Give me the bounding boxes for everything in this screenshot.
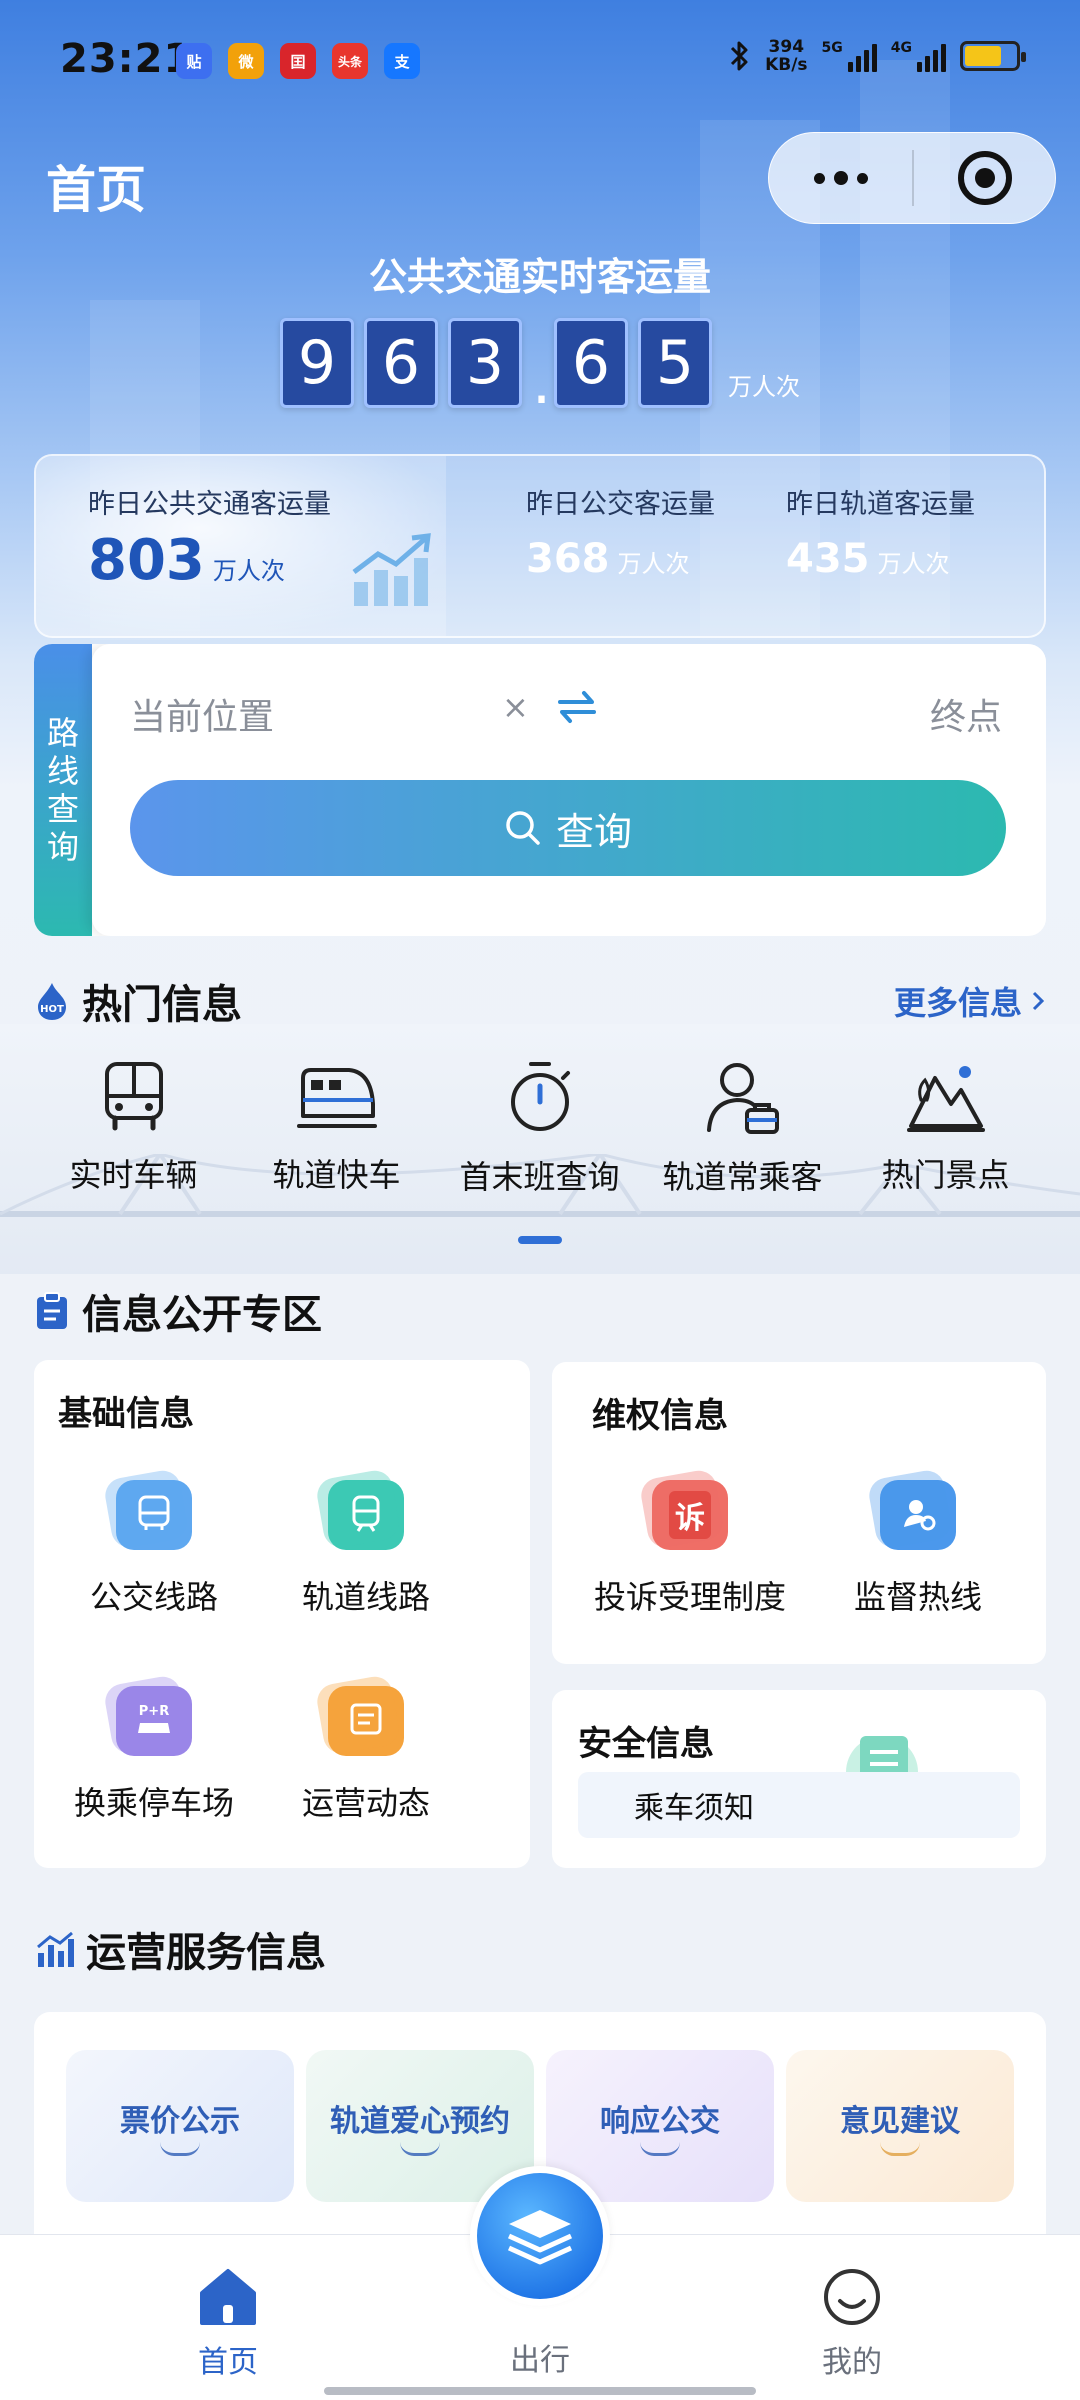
- counter-unit: 万人次: [728, 373, 800, 401]
- alipay-icon: 支: [384, 43, 420, 79]
- riding-notice-link[interactable]: 乘车须知: [578, 1772, 1020, 1838]
- hotline-icon: [880, 1480, 956, 1550]
- signal-5g-icon: 5G: [822, 40, 877, 72]
- safety-info-title: 安全信息: [578, 1724, 714, 1764]
- bus-ridership-value: 368 万人次: [526, 536, 690, 582]
- svg-text:HOT: HOT: [40, 1004, 64, 1015]
- bluetooth-icon: [729, 39, 751, 73]
- feedback-button[interactable]: 意见建议: [786, 2050, 1014, 2202]
- scenic-spot-icon: [906, 1066, 985, 1132]
- smile-face-icon: [824, 2269, 880, 2325]
- park-and-ride-icon: P+R: [116, 1686, 192, 1756]
- clipboard-icon: [37, 1292, 67, 1329]
- supervision-hotline-item[interactable]: 监督热线: [818, 1480, 1018, 1618]
- nav-travel[interactable]: 出行: [460, 2335, 620, 2379]
- hot-item-frequent-rider[interactable]: 轨道常乘客: [641, 1024, 844, 1198]
- search-icon: [506, 811, 540, 845]
- complaint-icon: 诉: [652, 1480, 728, 1550]
- realtime-counter: 9 6 3 . 6 5 万人次: [280, 318, 800, 418]
- complaint-policy-item[interactable]: 诉 投诉受理制度: [590, 1480, 790, 1618]
- signal-4g-icon: 4G: [891, 40, 946, 72]
- rights-info-title: 维权信息: [592, 1396, 728, 1436]
- search-button[interactable]: 查询: [130, 780, 1006, 876]
- status-indicators: 394 KB/s 5G 4G: [729, 37, 1026, 75]
- rail-ridership-label: 昨日轨道客运量: [786, 489, 975, 520]
- rail-ridership-value: 435 万人次: [786, 536, 950, 582]
- trend-chart-icon: [350, 532, 434, 612]
- weibo-icon: 微: [228, 43, 264, 79]
- train-icon: [296, 1068, 377, 1128]
- mini-program-capsule: [768, 132, 1056, 224]
- total-ridership-value: 803 万人次: [88, 528, 285, 593]
- hot-scroll-indicator: [518, 1236, 562, 1244]
- clear-origin-icon[interactable]: ×: [502, 688, 529, 726]
- total-ridership-label: 昨日公共交通客运量: [88, 489, 331, 520]
- counter-digit: 3: [448, 318, 522, 408]
- svg-text:P+R: P+R: [139, 1704, 169, 1719]
- close-program-button[interactable]: [914, 133, 1055, 223]
- hot-info-header: HOT 热门信息: [34, 972, 242, 1030]
- status-bar: 23:21 贴 微 囯 头条 支 394 KB/s 5G 4G: [0, 0, 1080, 126]
- page-title: 首页: [46, 161, 146, 219]
- home-icon: [200, 2269, 256, 2325]
- operation-news-icon: [328, 1686, 404, 1756]
- more-icon: [813, 172, 825, 184]
- counter-digit: 5: [638, 318, 712, 408]
- counter-digit: 9: [280, 318, 354, 408]
- rail-route-item[interactable]: 轨道线路: [266, 1480, 466, 1618]
- layers-icon: [477, 2173, 603, 2299]
- rail-route-icon: [328, 1480, 404, 1550]
- hot-item-scenic-spots[interactable]: 热门景点: [844, 1024, 1047, 1198]
- home-indicator: [324, 2387, 756, 2395]
- more-info-link[interactable]: 更多信息: [894, 978, 1046, 1024]
- frequent-rider-icon: [706, 1063, 779, 1134]
- destination-input[interactable]: 终点: [930, 688, 1002, 740]
- counter-digit: 6: [554, 318, 628, 408]
- origin-input[interactable]: 当前位置: [130, 688, 274, 740]
- operation-news-item[interactable]: 运营动态: [266, 1686, 466, 1824]
- status-time: 23:21: [60, 36, 193, 82]
- toutiao-icon: 头条: [332, 43, 368, 79]
- counter-digit: 6: [364, 318, 438, 408]
- hot-item-first-last-bus[interactable]: 首末班查询: [438, 1024, 641, 1198]
- basic-info-title: 基础信息: [58, 1394, 194, 1434]
- hot-item-rail-express[interactable]: 轨道快车: [235, 1024, 438, 1198]
- hot-flame-icon: HOT: [38, 983, 66, 1020]
- ops-service-header: 运营服务信息: [34, 1920, 326, 1978]
- battery-icon: [960, 41, 1026, 71]
- bus-route-icon: [116, 1480, 192, 1550]
- notification-icons: 贴 微 囯 头条 支: [176, 43, 420, 79]
- fare-notice-button[interactable]: 票价公示: [66, 2050, 294, 2202]
- travel-center-button[interactable]: [470, 2166, 610, 2306]
- route-search-tab[interactable]: 路 线 查 询: [34, 644, 92, 936]
- park-and-ride-item[interactable]: P+R 换乘停车场: [54, 1686, 254, 1824]
- network-speed: 394 KB/s: [765, 37, 808, 75]
- nav-home[interactable]: 首页: [148, 2267, 308, 2381]
- bus-route-item[interactable]: 公交线路: [54, 1480, 254, 1618]
- bar-chart-icon: [37, 1931, 74, 1967]
- more-menu-button[interactable]: [769, 133, 912, 223]
- tieba-icon: 贴: [176, 43, 212, 79]
- chevron-right-icon: [1032, 991, 1045, 1011]
- bus-ridership-label: 昨日公交客运量: [526, 489, 715, 520]
- stopwatch-icon: [510, 1062, 570, 1131]
- bus-icon: [104, 1062, 163, 1131]
- nav-mine[interactable]: 我的: [772, 2267, 932, 2381]
- cctv-news-icon: 囯: [280, 43, 316, 79]
- yesterday-stats-card: 昨日公共交通客运量 803 万人次 昨日公交客运量 368 万人次 昨日轨道客运量 …: [34, 454, 1046, 638]
- disclosure-header: 信息公开专区: [34, 1282, 322, 1340]
- hot-item-realtime-vehicles[interactable]: 实时车辆: [32, 1024, 235, 1198]
- swap-icon[interactable]: [552, 682, 602, 736]
- realtime-title: 公共交通实时客运量: [368, 255, 711, 299]
- route-search-card: 路 线 查 询 当前位置 × 终点 查询: [34, 644, 1046, 936]
- counter-decimal-point: .: [532, 348, 552, 418]
- route-search-form: 当前位置 × 终点 查询: [92, 644, 1046, 936]
- target-icon: [957, 151, 1012, 205]
